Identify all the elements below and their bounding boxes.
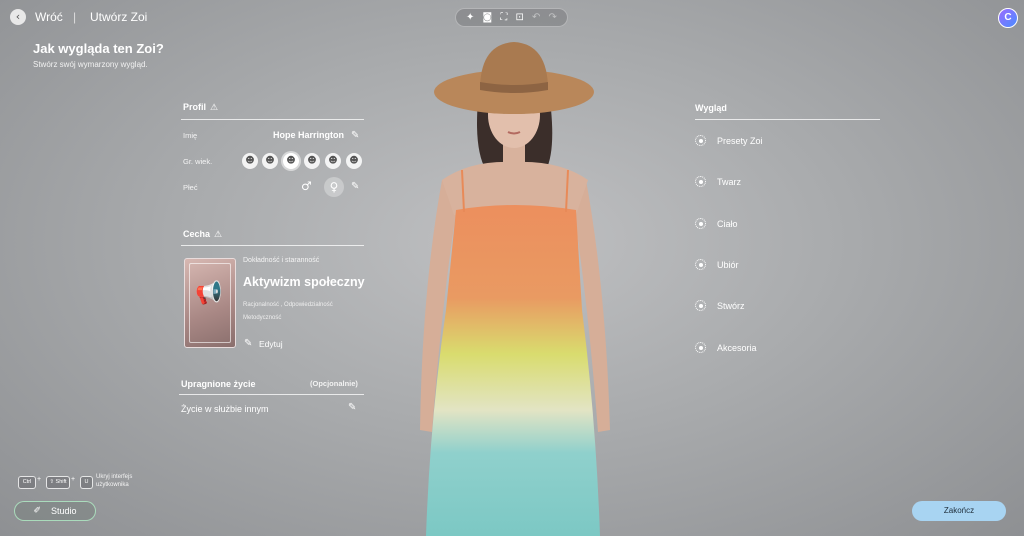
- edit-gender-icon[interactable]: ✎: [351, 181, 362, 192]
- appearance-item-presets[interactable]: Presety Zoi: [695, 135, 763, 146]
- studio-label: Studio: [51, 506, 77, 516]
- appearance-item-label: Akcesoria: [717, 342, 757, 353]
- divider: [179, 394, 364, 395]
- camera-toolbar: ✦ ◙ ⛶ ⊡ ↶ ↷: [455, 8, 568, 27]
- gender-label: Płeć: [183, 183, 198, 192]
- back-button[interactable]: ‹: [10, 9, 26, 25]
- edit-name-icon[interactable]: ✎: [351, 130, 362, 141]
- appearance-item-label: Stwórz: [717, 300, 745, 311]
- separator: |: [73, 10, 77, 24]
- undo-icon[interactable]: ↶: [532, 12, 540, 23]
- edit-aspiration-icon[interactable]: ✎: [348, 402, 359, 413]
- age-child-icon[interactable]: ☻: [262, 153, 278, 169]
- chevron-left-icon: ‹: [15, 10, 21, 23]
- aspiration-optional: (Opcjonalnie): [310, 379, 358, 388]
- appearance-item-body[interactable]: Ciało: [695, 218, 738, 229]
- appearance-title: Wygląd: [695, 103, 727, 113]
- plus-sign: +: [37, 476, 42, 483]
- trait-tags: Racjonalność , Odpowiedzialność: [243, 302, 333, 308]
- edit-trait-button[interactable]: ✎ Edytuj: [244, 338, 283, 349]
- age-young-adult-icon[interactable]: ☻: [283, 153, 299, 169]
- radio-icon: [695, 259, 706, 270]
- hide-ui-label-2: użytkownika: [96, 482, 129, 488]
- hide-ui-label-1: Ukryj interfejs: [96, 474, 133, 480]
- focus-icon[interactable]: ⊡: [515, 12, 523, 23]
- age-adult-icon[interactable]: ☻: [304, 153, 320, 169]
- appearance-item-create[interactable]: Stwórz: [695, 300, 745, 311]
- female-icon[interactable]: ♀: [324, 177, 344, 197]
- megaphone-icon: 📢: [195, 281, 223, 306]
- page-subtitle: Stwórz swój wymarzony wygląd.: [33, 60, 148, 69]
- divider: [181, 245, 364, 246]
- profile-title-text: Profil: [183, 102, 207, 112]
- name-label: Imię: [183, 131, 198, 140]
- trait-title: Cecha ⚠: [183, 229, 222, 240]
- name-value: Hope Harrington: [273, 130, 344, 140]
- age-baby-icon[interactable]: ☻: [242, 153, 258, 169]
- edit-trait-label: Edytuj: [259, 338, 283, 349]
- dress: [426, 205, 600, 536]
- divider: [181, 119, 364, 120]
- radio-icon: [695, 342, 706, 353]
- divider: [695, 119, 880, 120]
- appearance-item-face[interactable]: Twarz: [695, 176, 741, 187]
- aspiration-value: Życie w służbie innym: [181, 404, 269, 414]
- user-avatar[interactable]: C: [998, 8, 1018, 28]
- breadcrumb: Utwórz Zoi: [90, 10, 148, 24]
- trait-name: Aktywizm społeczny: [243, 275, 365, 289]
- wand-icon: ✐: [33, 506, 41, 516]
- sparkle-icon[interactable]: ✦: [466, 12, 474, 23]
- appearance-item-label: Presety Zoi: [717, 135, 763, 146]
- appearance-item-label: Ubiór: [717, 259, 739, 270]
- studio-button[interactable]: ✐ Studio: [14, 501, 96, 521]
- frame-icon[interactable]: ⛶: [500, 12, 507, 23]
- camera-icon[interactable]: ◙: [483, 12, 493, 23]
- age-middle-icon[interactable]: ☻: [325, 153, 341, 169]
- appearance-item-label: Twarz: [717, 176, 742, 187]
- edit-icon: ✎: [244, 338, 253, 349]
- hat-crown: [480, 42, 548, 90]
- zoi-character: [420, 42, 610, 536]
- male-icon[interactable]: ♂: [301, 179, 312, 193]
- shift-key: ⇧ Shift: [46, 476, 70, 489]
- hide-ui-label: Ukryj interfejs użytkownika: [96, 473, 132, 489]
- profile-title: Profil ⚠: [183, 102, 218, 113]
- page-title: Jak wygląda ten Zoi?: [33, 41, 164, 56]
- u-key: U: [80, 476, 93, 489]
- trait-card[interactable]: 📢: [184, 258, 236, 348]
- appearance-item-label: Ciało: [717, 218, 738, 229]
- trait-tags-2: Metodyczność: [243, 315, 282, 321]
- age-elder-icon[interactable]: ☻: [346, 153, 362, 169]
- appearance-item-accessories[interactable]: Akcesoria: [695, 342, 757, 353]
- radio-icon: [695, 176, 706, 187]
- aspiration-title: Upragnione życie: [181, 379, 256, 389]
- age-label: Gr. wiek.: [183, 157, 213, 166]
- appearance-item-outfit[interactable]: Ubiór: [695, 259, 739, 270]
- finish-button[interactable]: Zakończ: [912, 501, 1006, 521]
- radio-icon: [695, 300, 706, 311]
- warning-icon[interactable]: ⚠: [214, 230, 222, 240]
- radio-icon: [695, 218, 706, 229]
- warning-icon[interactable]: ⚠: [210, 103, 218, 113]
- ctrl-key: Ctrl: [18, 476, 36, 489]
- plus-sign: +: [71, 476, 76, 483]
- trait-category: Dokładność i staranność: [243, 257, 320, 264]
- radio-icon: [695, 135, 706, 146]
- redo-icon[interactable]: ↷: [548, 12, 556, 23]
- back-label[interactable]: Wróć: [35, 10, 63, 24]
- trait-title-text: Cecha: [183, 229, 211, 239]
